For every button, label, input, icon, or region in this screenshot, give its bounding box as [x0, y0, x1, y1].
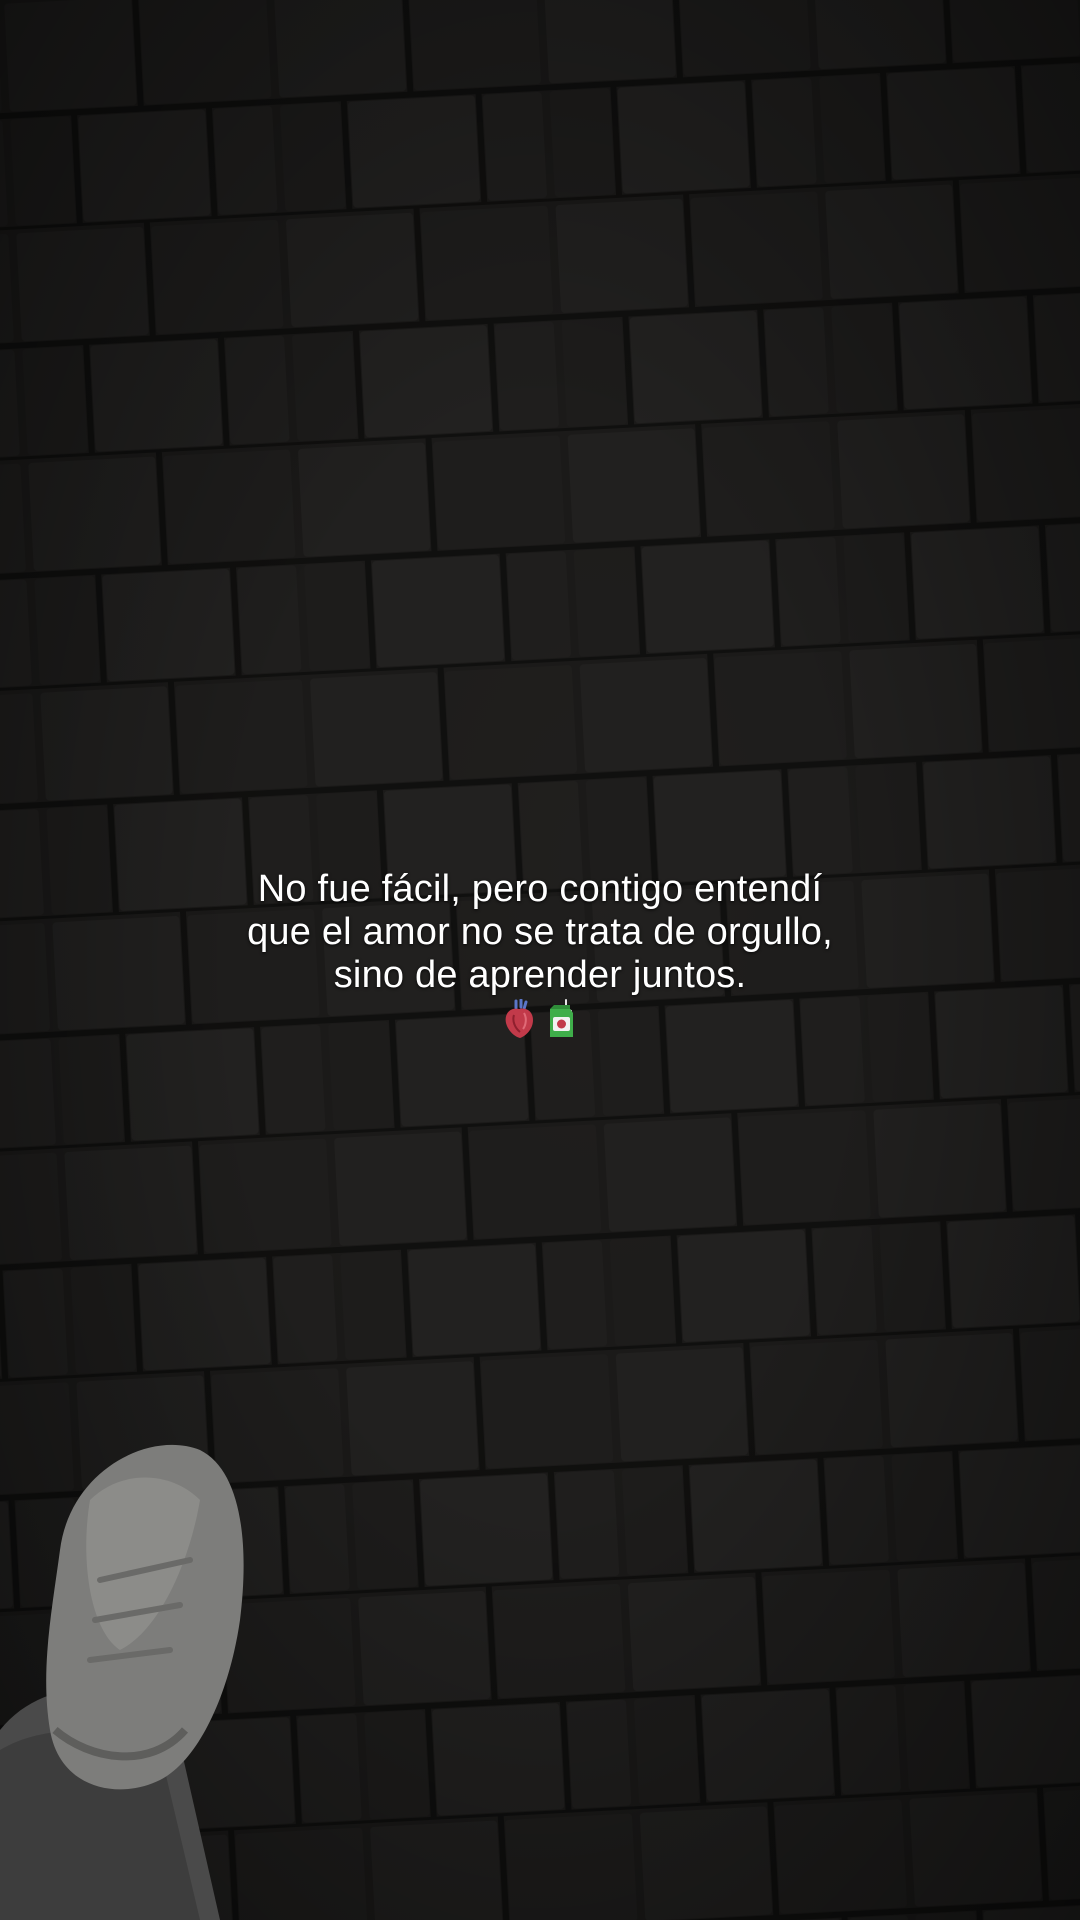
anatomical-heart-icon	[505, 999, 533, 1038]
caption-emoji-row	[140, 999, 940, 1039]
video-frame: No fue fácil, pero contigo entendí que e…	[0, 0, 1080, 1920]
caption-text: No fue fácil, pero contigo entendí que e…	[140, 868, 940, 1039]
juice-box-icon	[550, 999, 573, 1037]
caption-line-3: sino de aprender juntos.	[333, 954, 747, 996]
caption-line-2: que el amor no se trata de orgullo,	[247, 911, 833, 953]
caption-line-1: No fue fácil, pero contigo entendí	[257, 868, 823, 910]
shoe-and-leg	[0, 1444, 244, 1920]
